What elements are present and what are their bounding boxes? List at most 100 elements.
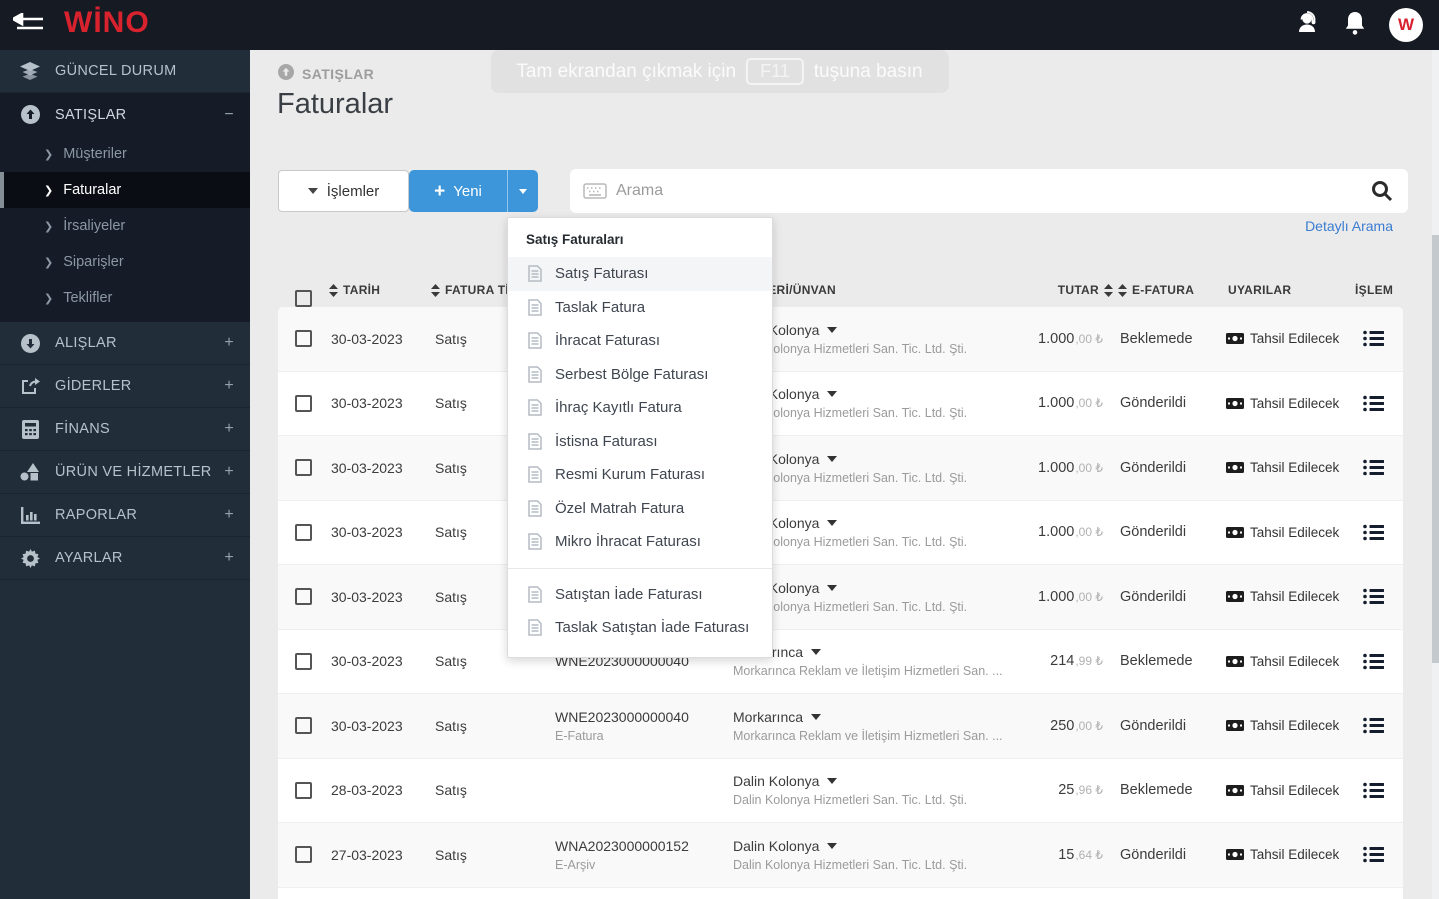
row-actions-button[interactable] xyxy=(1363,565,1384,629)
select-all-checkbox[interactable] xyxy=(295,289,312,307)
caret-down-icon[interactable] xyxy=(827,584,838,591)
caret-down-icon[interactable] xyxy=(827,778,838,785)
efatura-status: Gönderildi xyxy=(1120,524,1187,541)
efatura-status: Gönderildi xyxy=(1120,717,1187,734)
caret-down-icon[interactable] xyxy=(827,842,838,849)
row-actions-button[interactable] xyxy=(1363,759,1384,823)
dropdown-menu-item[interactable]: Satıştan İade Faturası xyxy=(508,578,772,612)
yeni-dropdown-toggle[interactable] xyxy=(507,170,538,212)
row-checkbox[interactable] xyxy=(295,459,312,476)
row-checkbox[interactable] xyxy=(295,523,312,541)
customer-name[interactable]: Morkarınca xyxy=(733,707,803,727)
dropdown-menu-item[interactable]: Resmi Kurum Faturası xyxy=(508,458,772,492)
expand-plus-icon[interactable]: + xyxy=(224,420,234,438)
invoice-date: 28-03-2023 xyxy=(331,782,403,799)
keyboard-icon[interactable] xyxy=(583,183,607,204)
expand-plus-icon[interactable]: + xyxy=(224,549,234,567)
document-icon xyxy=(528,399,542,416)
row-checkbox[interactable] xyxy=(295,394,312,412)
sidebar-item-guncel-durum[interactable]: GÜNCEL DURUM xyxy=(0,50,250,93)
wino-logo[interactable]: WİNO xyxy=(64,6,150,40)
sidebar-item-ayarlar[interactable]: AYARLAR + xyxy=(0,537,250,580)
user-avatar[interactable]: W xyxy=(1389,8,1423,42)
row-actions-button[interactable] xyxy=(1363,372,1384,436)
dropdown-menu-item[interactable]: Özel Matrah Fatura xyxy=(508,492,772,526)
customer-name[interactable]: Dalin Kolonya xyxy=(733,836,819,856)
sidebar-item-giderler[interactable]: GİDERLER + xyxy=(0,365,250,408)
invoice-amount: 1.000,00 ₺ xyxy=(1038,588,1103,605)
bar-chart-icon xyxy=(18,506,42,524)
sidebar-item-alislar[interactable]: ALIŞLAR + xyxy=(0,322,250,365)
caret-down-icon[interactable] xyxy=(811,713,822,720)
search-icon[interactable] xyxy=(1370,179,1394,208)
row-actions-button[interactable] xyxy=(1363,307,1384,371)
banknote-icon xyxy=(1226,462,1244,474)
row-actions-button[interactable] xyxy=(1363,823,1384,887)
search-input[interactable] xyxy=(616,169,1356,213)
sidebar-item-raporlar[interactable]: RAPORLAR + xyxy=(0,494,250,537)
submenu-item[interactable]: ❯ Teklifler xyxy=(0,280,250,316)
row-checkbox[interactable] xyxy=(295,652,312,670)
dropdown-menu-item[interactable]: Taslak Fatura xyxy=(508,291,772,325)
expand-plus-icon[interactable]: + xyxy=(224,463,234,481)
sidebar-item-urun-ve-hizmetler[interactable]: ÜRÜN VE HİZMETLER + xyxy=(0,451,250,494)
dropdown-menu-item[interactable]: İhracat Faturası xyxy=(508,324,772,358)
caret-down-icon[interactable] xyxy=(827,326,838,333)
caret-down-icon xyxy=(307,188,318,194)
sidebar-item-satislar[interactable]: SATIŞLAR − xyxy=(0,93,250,136)
expand-plus-icon[interactable]: + xyxy=(224,506,234,524)
submenu-item[interactable]: ❯ Müşteriler xyxy=(0,136,250,172)
submenu-item[interactable]: ❯ Faturalar xyxy=(0,172,250,208)
sidebar-toggle-button[interactable] xyxy=(10,8,50,42)
caret-down-icon[interactable] xyxy=(827,520,838,527)
row-actions-button[interactable] xyxy=(1363,630,1384,694)
column-header-tutar[interactable]: TUTAR xyxy=(1058,273,1113,307)
toast-f11-key: F11 xyxy=(746,58,804,85)
caret-down-icon[interactable] xyxy=(827,455,838,462)
row-actions-button[interactable] xyxy=(1363,694,1384,758)
support-headset-icon[interactable] xyxy=(1295,10,1321,41)
toast-text-after: tuşuna basın xyxy=(813,60,923,82)
row-checkbox[interactable] xyxy=(295,330,312,347)
dropdown-menu-item[interactable]: Mikro İhracat Faturası xyxy=(508,525,772,559)
row-checkbox[interactable] xyxy=(295,588,312,605)
dropdown-divider xyxy=(508,567,772,569)
expand-plus-icon[interactable]: + xyxy=(224,377,234,395)
satislar-submenu: ❯ Müşteriler ❯ Faturalar ❯ İrsaliyeler ❯… xyxy=(0,136,250,322)
row-actions-button[interactable] xyxy=(1363,501,1384,565)
page-scrollbar[interactable] xyxy=(1432,50,1439,899)
row-actions-button[interactable] xyxy=(1363,436,1384,500)
expand-plus-icon[interactable]: + xyxy=(224,334,234,352)
row-checkbox[interactable] xyxy=(295,717,312,734)
sidebar-item-label: ÜRÜN VE HİZMETLER xyxy=(55,464,212,480)
dropdown-menu-item[interactable]: Serbest Bölge Faturası xyxy=(508,358,772,392)
list-menu-icon xyxy=(1363,395,1384,412)
sidebar-item-finans[interactable]: FİNANS + xyxy=(0,408,250,451)
customer-name[interactable]: Dalin Kolonya xyxy=(733,771,819,791)
dropdown-menu-item[interactable]: Satış Faturası xyxy=(508,257,772,291)
islemler-button[interactable]: İşlemler xyxy=(278,170,409,212)
dropdown-menu-item[interactable]: İhraç Kayıtlı Fatura xyxy=(508,391,772,425)
warning-badge: Tahsil Edilecek xyxy=(1226,501,1339,565)
scrollbar-thumb[interactable] xyxy=(1432,235,1439,663)
column-header-efatura[interactable]: E-FATURA xyxy=(1118,273,1194,307)
circle-arrow-up-icon xyxy=(278,64,294,83)
list-menu-icon xyxy=(1363,459,1384,476)
caret-down-icon[interactable] xyxy=(827,391,838,398)
detayli-arama-link[interactable]: Detaylı Arama xyxy=(1305,218,1393,234)
row-checkbox[interactable] xyxy=(295,846,312,863)
collapse-minus-icon[interactable]: − xyxy=(224,106,234,124)
notifications-bell-icon[interactable] xyxy=(1343,10,1367,41)
submenu-item[interactable]: ❯ Siparişler xyxy=(0,244,250,280)
dropdown-menu-item[interactable]: İstisna Faturası xyxy=(508,425,772,459)
breadcrumb-label[interactable]: SATIŞLAR xyxy=(302,66,374,82)
column-header-tarih[interactable]: TARİH xyxy=(329,273,380,307)
sidebar-item-label: ALIŞLAR xyxy=(55,335,117,351)
submenu-item-label: Teklifler xyxy=(63,290,113,306)
yeni-button[interactable]: + Yeni xyxy=(409,170,507,212)
row-checkbox[interactable] xyxy=(295,781,312,799)
submenu-item[interactable]: ❯ İrsaliyeler xyxy=(0,208,250,244)
dropdown-item-label: Taslak Satıştan İade Faturası xyxy=(555,619,750,637)
caret-down-icon[interactable] xyxy=(811,649,822,656)
dropdown-menu-item[interactable]: Taslak Satıştan İade Faturası xyxy=(508,611,772,645)
